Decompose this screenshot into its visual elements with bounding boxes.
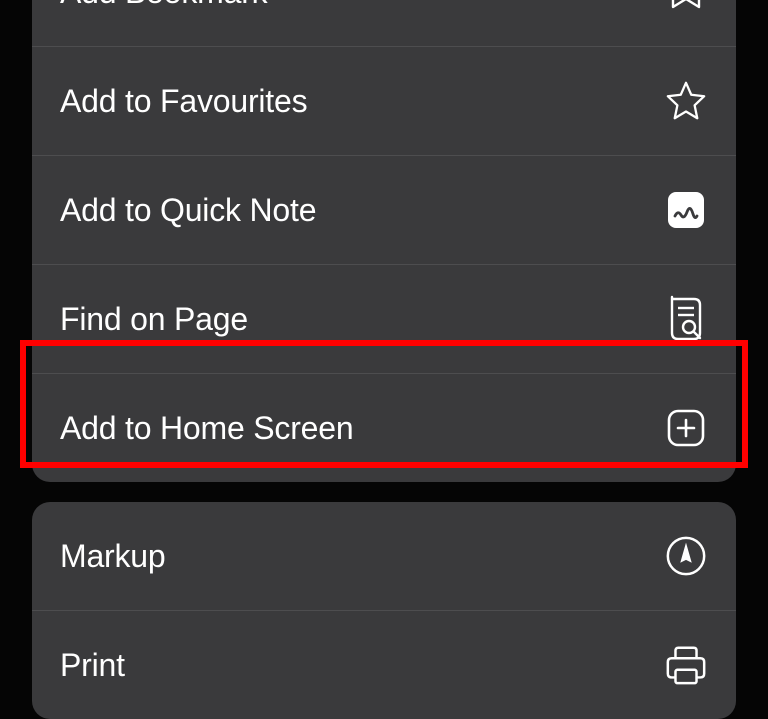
find-on-page-icon bbox=[664, 297, 708, 341]
action-label: Find on Page bbox=[60, 301, 248, 338]
action-add-to-quick-note[interactable]: Add to Quick Note bbox=[32, 156, 736, 265]
print-icon bbox=[664, 643, 708, 687]
bookmark-icon bbox=[664, 0, 708, 14]
action-label: Add Bookmark bbox=[60, 0, 267, 11]
star-icon bbox=[664, 79, 708, 123]
action-label: Add to Quick Note bbox=[60, 192, 316, 229]
action-find-on-page[interactable]: Find on Page bbox=[32, 265, 736, 374]
action-add-to-home-screen[interactable]: Add to Home Screen bbox=[32, 374, 736, 482]
action-add-bookmark[interactable]: Add Bookmark bbox=[32, 0, 736, 47]
action-markup[interactable]: Markup bbox=[32, 502, 736, 611]
action-label: Print bbox=[60, 647, 125, 684]
markup-icon bbox=[664, 534, 708, 578]
action-print[interactable]: Print bbox=[32, 611, 736, 719]
action-add-to-favourites[interactable]: Add to Favourites bbox=[32, 47, 736, 156]
share-sheet-actions: Add Bookmark Add to Favourites Add to Qu… bbox=[0, 0, 768, 719]
action-group-2: Markup Print bbox=[32, 502, 736, 719]
action-label: Add to Favourites bbox=[60, 83, 307, 120]
action-group-1: Add Bookmark Add to Favourites Add to Qu… bbox=[32, 0, 736, 482]
action-label: Markup bbox=[60, 538, 166, 575]
action-label: Add to Home Screen bbox=[60, 410, 353, 447]
quick-note-icon bbox=[664, 188, 708, 232]
add-home-icon bbox=[664, 406, 708, 450]
